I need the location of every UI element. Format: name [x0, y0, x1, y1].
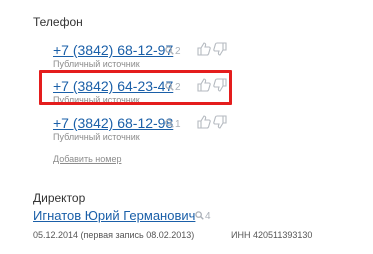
search-count: 2 [165, 46, 181, 57]
thumbs-up-icon[interactable] [197, 115, 211, 129]
phone-source-label: Публичный источник [53, 132, 140, 142]
director-name-link[interactable]: Игнатов Юрий Германович [33, 208, 195, 223]
director-inn: ИНН 420511393130 [231, 230, 313, 240]
search-count: 4 [195, 211, 211, 222]
highlight-box [39, 70, 232, 105]
phone-source-label: Публичный источник [53, 59, 140, 69]
search-count-value: 2 [175, 46, 181, 57]
thumbs-down-icon[interactable] [213, 115, 227, 129]
phone-number-link[interactable]: +7 (3842) 68-12-98 [53, 115, 173, 131]
phone-section-title: Телефон [33, 15, 83, 29]
add-number-link[interactable]: Добавить номер [53, 154, 121, 164]
thumbs-down-icon[interactable] [213, 42, 227, 56]
magnifier-icon [165, 119, 174, 128]
director-date: 05.12.2014 (первая запись 08.02.2013) [33, 230, 195, 240]
magnifier-icon [195, 211, 204, 220]
search-count: 1 [165, 119, 181, 130]
search-count-value: 1 [175, 119, 181, 130]
director-section-title: Директор [33, 191, 86, 205]
phone-entry: +7 (3842) 68-12-98 1 Публичный источник [53, 115, 353, 145]
thumbs-up-icon[interactable] [197, 42, 211, 56]
search-count-value: 4 [205, 211, 211, 222]
magnifier-icon [165, 46, 174, 55]
phone-number-link[interactable]: +7 (3842) 68-12-97 [53, 42, 173, 58]
phone-entry: +7 (3842) 68-12-97 2 Публичный источник [53, 42, 353, 72]
